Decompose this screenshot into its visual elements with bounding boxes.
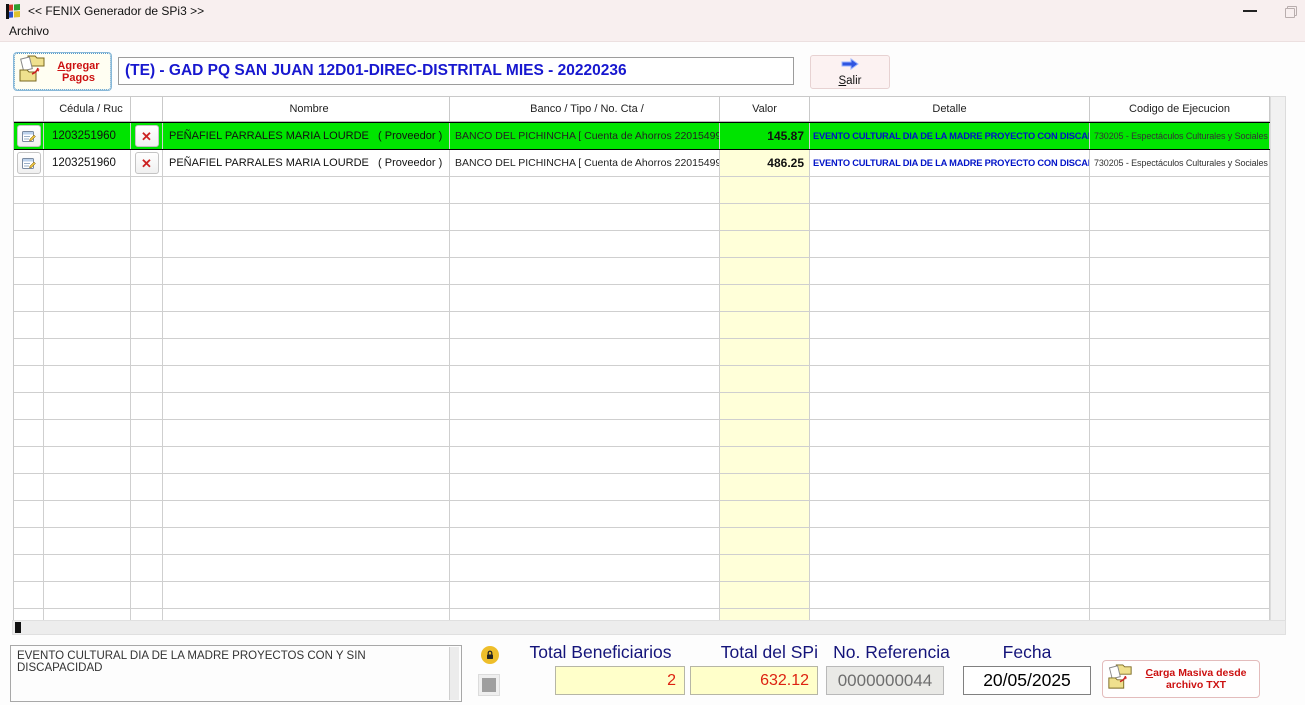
horizontal-scrollbar[interactable] [12,620,1286,635]
cell-valor: 145.87 [720,123,810,149]
lock-icon [481,646,499,664]
table-row[interactable]: 1203251960 ✕ PEÑAFIEL PARRALES MARIA LOURD… [14,150,1270,177]
cell-codigo: 730205 - Espectáculos Culturales y Socia… [1090,123,1270,149]
delete-row-button[interactable]: ✕ [135,125,159,147]
cell-nombre: PEÑAFIEL PARRALES MARIA LOURDE ( Proveed… [163,123,450,149]
detalle-scrollbar[interactable] [449,647,459,700]
gray-toggle-button[interactable] [479,675,499,695]
cell-detalle: EVENTO CULTURAL DIA DE LA MADRE PROYECTO… [810,123,1090,149]
cell-nombre: PEÑAFIEL PARRALES MARIA LOURDE ( Proveed… [163,150,450,176]
table-row-empty [14,447,1270,474]
detalle-textarea[interactable]: EVENTO CULTURAL DIA DE LA MADRE PROYECTO… [10,645,462,702]
table-row-empty [14,474,1270,501]
table-body: 1203251960 ✕ PEÑAFIEL PARRALES MARIA LOURD… [14,122,1270,620]
add-payments-folder-icon [18,54,46,89]
header-cedula: Cédula / Ruc [44,97,131,121]
table-row[interactable]: 1203251960 ✕ PEÑAFIEL PARRALES MARIA LOURD… [14,122,1270,150]
salir-label: Salir [838,75,861,87]
table-row-empty [14,609,1270,620]
cell-banco: BANCO DEL PICHINCHA [ Cuenta de Ahorros … [450,150,720,176]
header-valor: Valor [720,97,810,121]
table-row-empty [14,420,1270,447]
payments-table: Cédula / Ruc Nombre Banco / Tipo / No. C… [13,96,1270,620]
table-row-empty [14,555,1270,582]
header-delete-column [131,97,163,121]
fecha-label: Fecha [963,642,1091,663]
cell-banco: BANCO DEL PICHINCHA [ Cuenta de Ahorros … [450,123,720,149]
cell-detalle: EVENTO CULTURAL DIA DE LA MADRE PROYECTO… [810,150,1090,176]
table-row-empty [14,177,1270,204]
table-row-empty [14,285,1270,312]
main-content: Agregar Pagos Salir Cédula / Ruc Nombre … [0,42,1305,705]
total-spi-label: Total del SPi [690,642,818,663]
cell-codigo: 730205 - Espectáculos Culturales y Socia… [1090,150,1270,176]
menu-archivo[interactable]: Archivo [0,22,59,41]
load-txt-folder-icon [1107,663,1133,696]
app-icon [6,4,22,19]
spi-title-field[interactable] [118,57,794,85]
delete-row-button[interactable]: ✕ [135,152,159,174]
referencia-field[interactable] [826,666,944,695]
minimize-button[interactable] [1243,10,1257,12]
menubar: Archivo [0,22,1305,42]
agregar-pagos-label: Agregar Pagos [50,60,107,84]
table-row-empty [14,528,1270,555]
agregar-pagos-button[interactable]: Agregar Pagos [14,53,111,90]
restore-button[interactable] [1285,6,1295,16]
footer: EVENTO CULTURAL DIA DE LA MADRE PROYECTO… [0,640,1305,705]
cell-valor: 486.25 [720,150,810,176]
vertical-scrollbar[interactable] [1270,96,1286,634]
carga-masiva-label: Carga Masiva desde archivo TXT [1137,667,1255,691]
cell-cedula: 1203251960 [44,150,131,176]
table-row-empty [14,231,1270,258]
table-row-empty [14,258,1270,285]
total-spi-field[interactable] [690,666,818,695]
cell-cedula: 1203251960 [44,123,131,149]
edit-row-button[interactable] [17,125,41,147]
exit-arrow-icon [840,57,860,75]
table-row-empty [14,366,1270,393]
window-title: << FENIX Generador de SPi3 >> [28,4,204,18]
total-beneficiarios-field[interactable] [555,666,685,695]
total-beneficiarios-label: Total Beneficiarios [517,642,684,663]
fecha-field[interactable] [963,666,1091,695]
edit-row-button[interactable] [17,152,41,174]
header-codigo: Codigo de Ejecucion [1090,97,1270,121]
delete-icon: ✕ [141,130,152,143]
carga-masiva-button[interactable]: Carga Masiva desde archivo TXT [1102,660,1260,698]
header-detalle: Detalle [810,97,1090,121]
header-edit-column [14,97,44,121]
referencia-label: No. Referencia [826,642,957,663]
table-header: Cédula / Ruc Nombre Banco / Tipo / No. C… [14,97,1270,122]
titlebar: << FENIX Generador de SPi3 >> [0,0,1305,22]
table-row-empty [14,582,1270,609]
header-banco: Banco / Tipo / No. Cta / [450,97,720,121]
table-row-empty [14,393,1270,420]
salir-button[interactable]: Salir [810,55,890,89]
table-row-empty [14,501,1270,528]
table-row-empty [14,339,1270,366]
horizontal-scrollbar-thumb[interactable] [15,622,21,633]
app-window: << FENIX Generador de SPi3 >> Archivo Ag… [0,0,1305,705]
table-row-empty [14,204,1270,231]
delete-icon: ✕ [141,157,152,170]
header-nombre: Nombre [163,97,450,121]
table-row-empty [14,312,1270,339]
